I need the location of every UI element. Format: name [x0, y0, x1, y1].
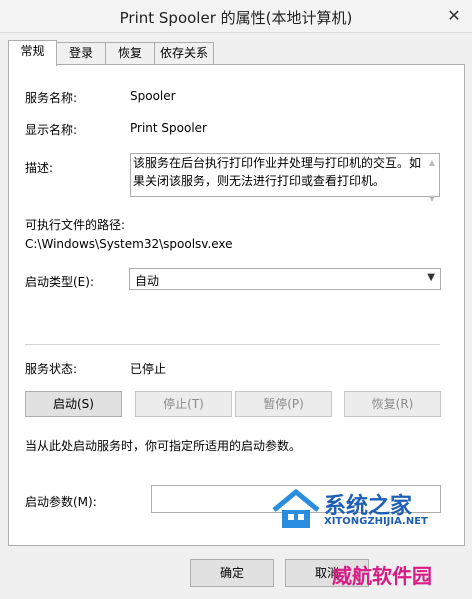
divider — [25, 344, 440, 345]
service-status-value: 已停止 — [130, 362, 167, 376]
startup-type-label: 启动类型(E): — [25, 275, 94, 289]
start-params-label: 启动参数(M): — [25, 495, 97, 509]
description-text: 该服务在后台执行打印作业并处理与打印机的交互。如果关闭该服务，则无法进行打印或查… — [133, 156, 422, 188]
service-status-label: 服务状态: — [25, 362, 78, 376]
tab-general[interactable]: 常规 — [8, 40, 57, 66]
pause-button[interactable]: 暂停(P) — [235, 391, 332, 417]
display-name-value: Print Spooler — [130, 121, 207, 135]
tab-logon[interactable]: 登录 — [56, 42, 106, 64]
start-params-hint: 当从此处启动服务时，你可指定所适用的启动参数。 — [25, 439, 302, 453]
ok-button[interactable]: 确定 — [190, 559, 274, 587]
close-icon[interactable]: ✕ — [436, 0, 472, 30]
description-label: 描述: — [25, 161, 54, 175]
tab-recovery[interactable]: 恢复 — [105, 42, 155, 64]
service-name-value: Spooler — [130, 89, 176, 103]
house-logo-icon — [272, 488, 320, 528]
site-url: XITONGZHIJIA.NET — [324, 516, 428, 527]
site-watermark: 系统之家 XITONGZHIJIA.NET — [270, 486, 470, 536]
brand-watermark: 威航软件园 — [332, 564, 432, 588]
start-button[interactable]: 启动(S) — [25, 391, 122, 417]
window-title: Print Spooler 的属性(本地计算机) — [119, 9, 353, 27]
chevron-down-icon: ▼ — [427, 272, 435, 283]
description-box[interactable]: 该服务在后台执行打印作业并处理与打印机的交互。如果关闭该服务，则无法进行打印或查… — [130, 153, 440, 203]
title-bar: Print Spooler 的属性(本地计算机) ✕ — [0, 0, 472, 33]
startup-type-value: 自动 — [135, 274, 160, 288]
description-scrollbar[interactable]: ▲ ▼ — [425, 154, 439, 203]
display-name-label: 显示名称: — [25, 123, 78, 137]
startup-type-select[interactable]: 自动 ▼ — [129, 268, 441, 290]
tab-dependencies[interactable]: 依存关系 — [154, 42, 214, 64]
stop-button[interactable]: 停止(T) — [135, 391, 232, 417]
exe-path-value: C:\Windows\System32\spoolsv.exe — [25, 237, 233, 251]
service-name-label: 服务名称: — [25, 91, 78, 105]
general-panel: 服务名称: Spooler 显示名称: Print Spooler 描述: 该服… — [8, 64, 465, 546]
resume-button[interactable]: 恢复(R) — [344, 391, 441, 417]
exe-path-label: 可执行文件的路径: — [25, 218, 126, 232]
